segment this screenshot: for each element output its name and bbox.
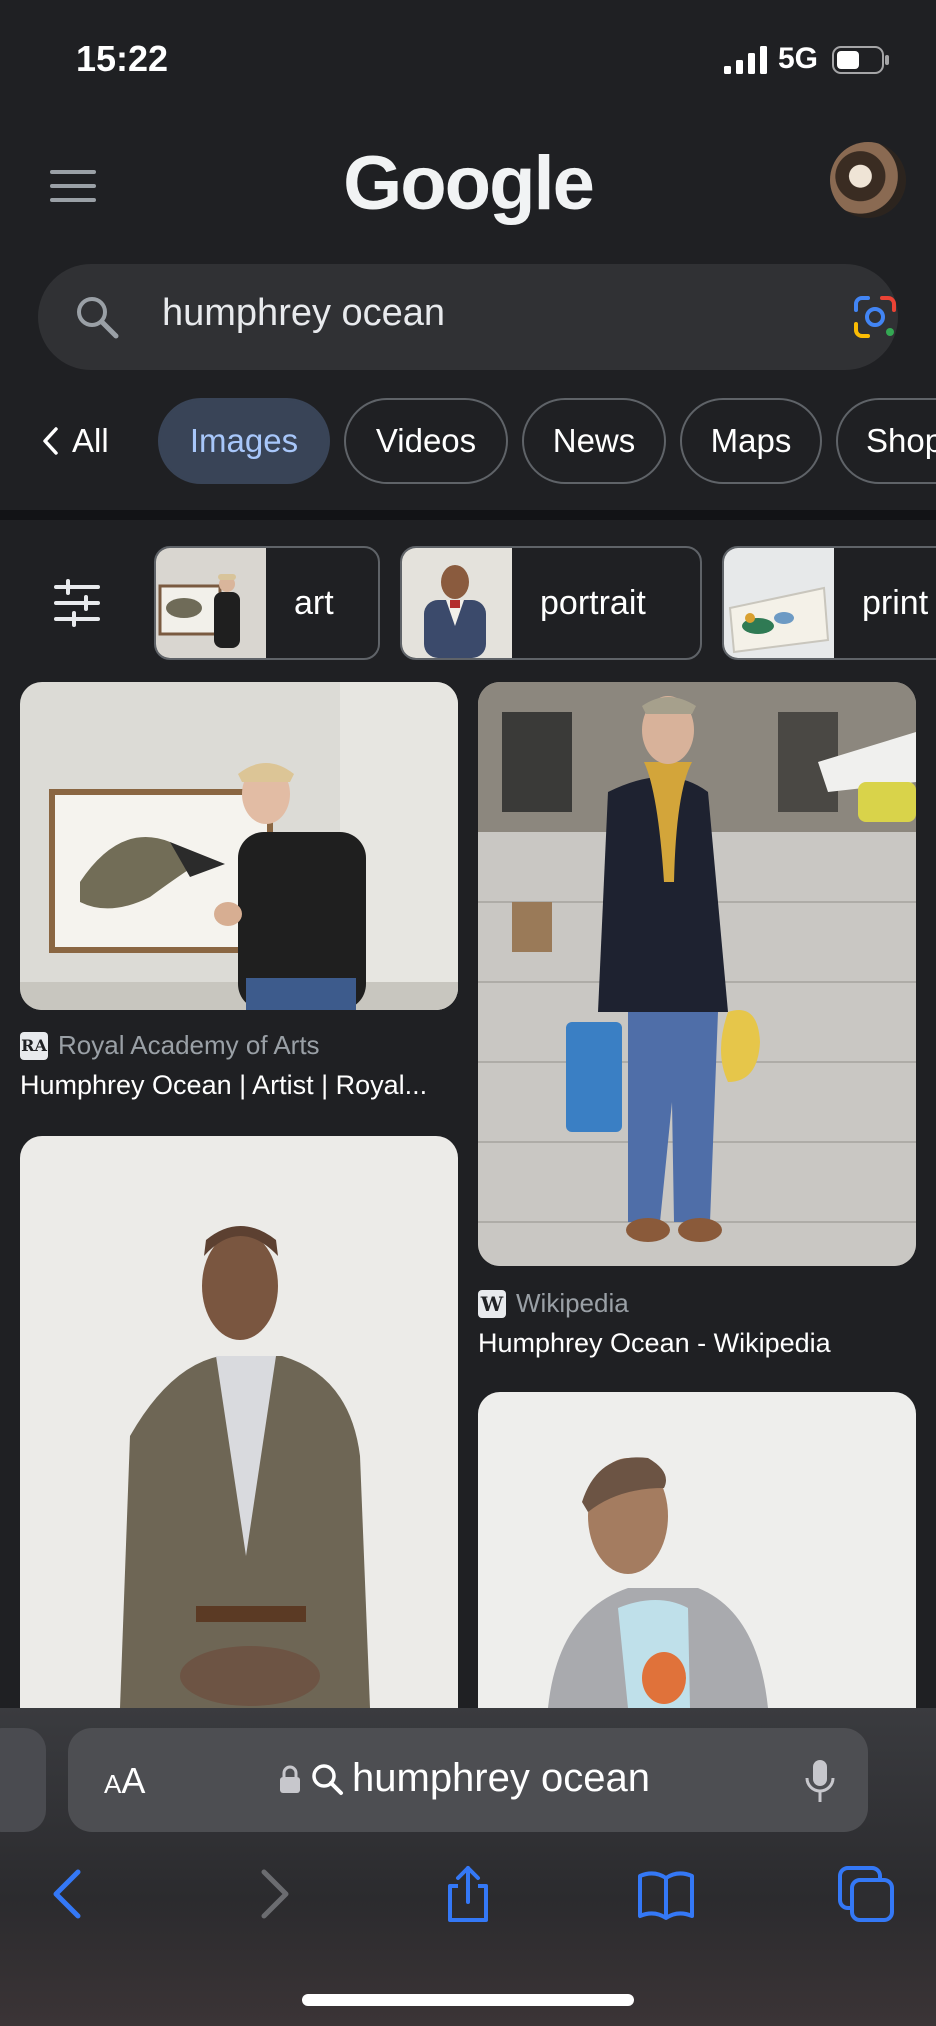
address-bar[interactable]: AA humphrey ocean <box>68 1728 868 1832</box>
tab-news[interactable]: News <box>522 398 666 484</box>
tab-label: Videos <box>375 422 477 459</box>
result-thumbnail <box>478 682 916 1266</box>
search-box[interactable]: humphrey ocean <box>38 264 898 370</box>
signal-icon <box>724 46 767 74</box>
text-size-small-label: A <box>104 1769 122 1799</box>
tab-label: Shop <box>866 422 936 459</box>
tab-videos[interactable]: Videos <box>344 398 508 484</box>
wikipedia-favicon-icon: W <box>478 1289 506 1318</box>
tab-maps[interactable]: Maps <box>680 398 822 484</box>
tab-label: All <box>72 422 109 459</box>
share-icon[interactable] <box>438 1864 498 1924</box>
chip-art[interactable]: art <box>154 546 380 660</box>
search-icon <box>312 1763 343 1795</box>
status-time: 15:22 <box>76 38 169 79</box>
account-avatar[interactable] <box>830 142 906 218</box>
refine-chips: art portrait print <box>0 546 936 660</box>
search-query[interactable]: humphrey ocean <box>162 292 445 335</box>
address-text[interactable]: humphrey ocean <box>278 1756 650 1801</box>
chip-label: portrait <box>540 583 646 622</box>
result-thumbnail <box>478 1392 916 1708</box>
status-bar: 15:22 5G <box>0 0 936 110</box>
lock-icon <box>280 1765 300 1793</box>
search-icon <box>77 297 119 339</box>
microphone-icon[interactable] <box>804 1758 836 1804</box>
tab-images[interactable]: Images <box>158 398 330 484</box>
result-title[interactable]: Humphrey Ocean - Wikipedia <box>478 1328 831 1359</box>
royal-academy-favicon-icon: RA <box>20 1031 48 1060</box>
chip-thumbnail <box>156 548 266 658</box>
home-indicator <box>302 1994 634 2006</box>
result-thumbnail <box>20 682 458 1010</box>
tabs-overview-icon[interactable] <box>836 1864 896 1924</box>
result-image-profile-painting[interactable] <box>478 1392 916 1708</box>
result-title[interactable]: Humphrey Ocean | Artist | Royal... <box>20 1070 427 1101</box>
text-size-large-label: A <box>121 1760 146 1801</box>
result-image-wikipedia[interactable] <box>478 682 916 1266</box>
result-image-portrait-painting[interactable] <box>20 1136 458 1708</box>
section-divider <box>0 510 936 520</box>
tab-label: News <box>552 422 636 459</box>
google-lens-icon[interactable] <box>850 292 900 342</box>
chip-label: art <box>294 583 334 622</box>
text-size-button[interactable]: AA <box>104 1760 145 1802</box>
result-image-royal-academy[interactable] <box>20 682 458 1010</box>
source-name: Royal Academy of Arts <box>58 1030 320 1060</box>
chip-label: print <box>862 583 929 622</box>
previous-tab-peek[interactable] <box>0 1728 46 1832</box>
forward-arrow-icon[interactable] <box>242 1864 302 1924</box>
bookmarks-icon[interactable] <box>636 1864 696 1924</box>
chip-thumbnail <box>724 548 834 658</box>
tab-shopping[interactable]: Shop <box>836 398 936 484</box>
tab-label: Images <box>189 422 299 459</box>
result-source[interactable]: W Wikipedia <box>478 1288 629 1319</box>
chip-portrait[interactable]: portrait <box>400 546 702 660</box>
network-label: 5G <box>778 42 819 75</box>
result-source[interactable]: RA Royal Academy of Arts <box>20 1030 320 1061</box>
chip-print[interactable]: print <box>722 546 936 660</box>
result-thumbnail <box>20 1136 458 1708</box>
back-arrow-icon[interactable] <box>40 1864 100 1924</box>
tab-label: Maps <box>710 422 792 459</box>
chevron-left-icon <box>43 427 58 455</box>
search-tabs: All Images Videos News Maps Shop <box>0 398 936 488</box>
address-query: humphrey ocean <box>352 1756 650 1800</box>
source-name: Wikipedia <box>516 1288 629 1318</box>
google-logo[interactable]: Google <box>0 140 936 227</box>
browser-toolbar: AA humphrey ocean <box>0 1708 936 2026</box>
tune-filter-icon[interactable] <box>52 578 102 628</box>
tab-all[interactable]: All <box>40 398 170 484</box>
battery-icon <box>832 46 889 74</box>
chip-thumbnail <box>402 548 512 658</box>
